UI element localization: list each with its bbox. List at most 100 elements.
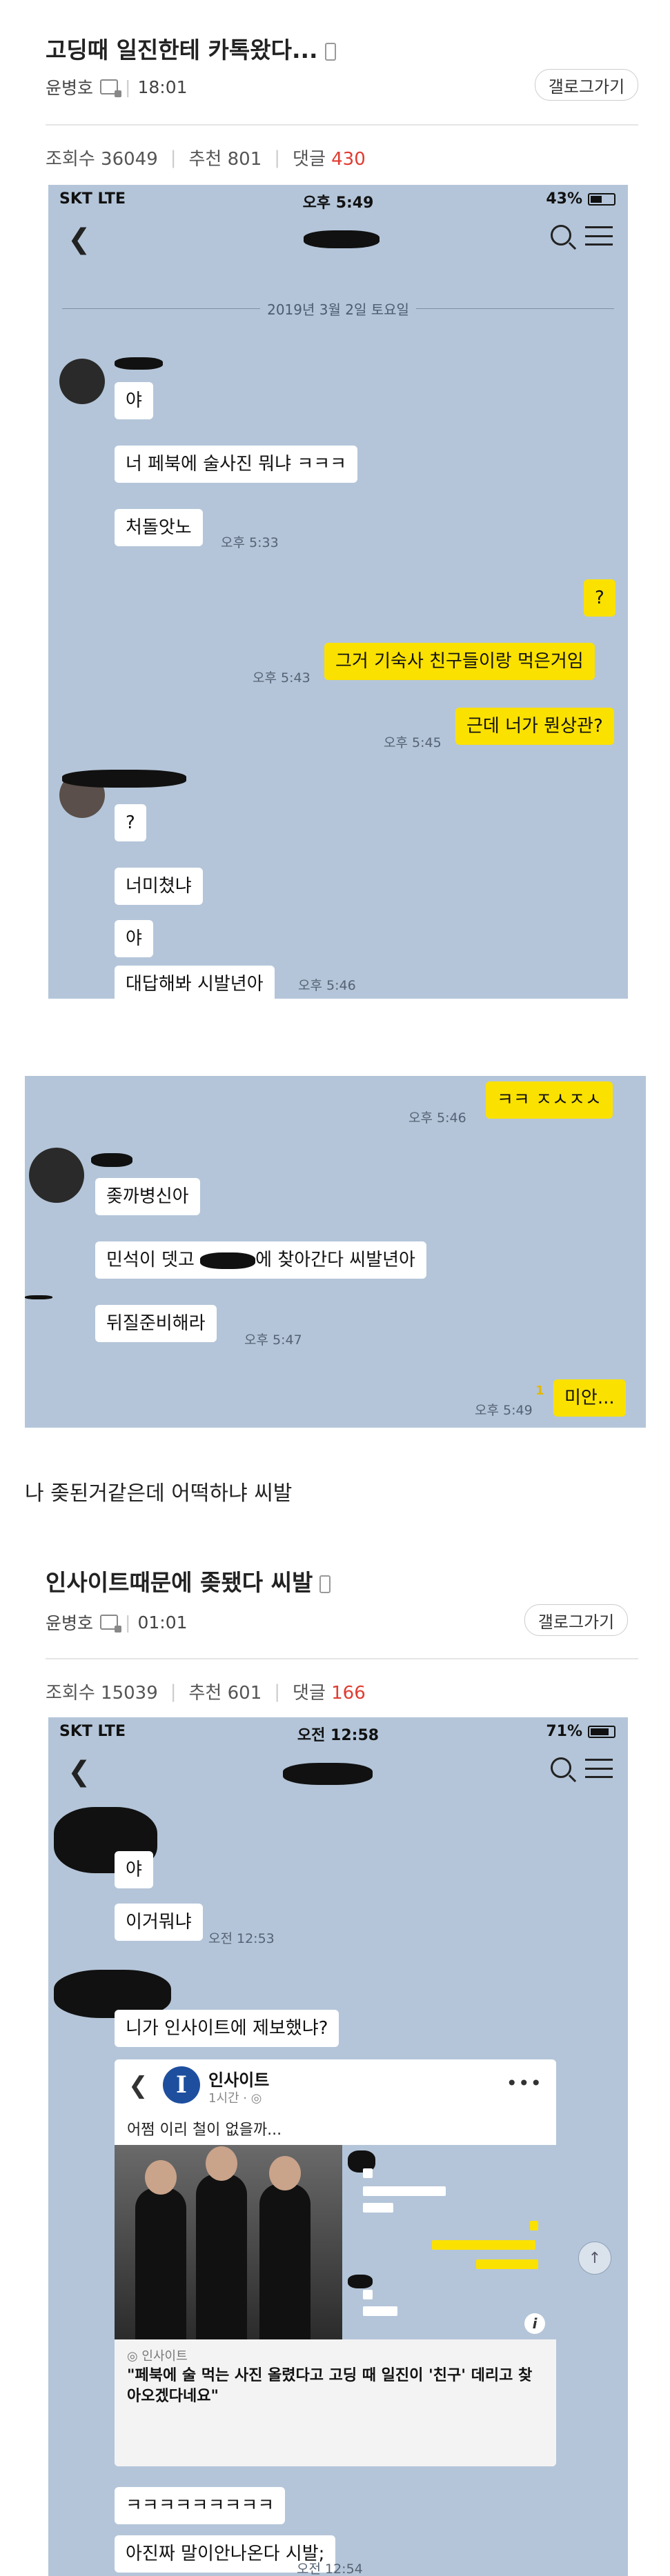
message-time: 오후 5:43 bbox=[253, 670, 311, 686]
redacted-name bbox=[91, 1153, 132, 1167]
comments-count[interactable]: 430 bbox=[331, 149, 366, 170]
redacted-mark bbox=[25, 1295, 52, 1299]
redacted-word bbox=[200, 1252, 256, 1269]
my-message-bubble[interactable]: 그거 기숙사 친구들이랑 먹은거임 bbox=[324, 643, 595, 680]
divider bbox=[46, 124, 638, 126]
globe-icon: ◎ bbox=[250, 2091, 262, 2106]
chat-screenshot-1: SKT LTE 오후 5:49 43% ❮ 2019년 3월 2일 토요일 야 … bbox=[48, 185, 628, 999]
date-divider-text: 2019년 3월 2일 토요일 bbox=[267, 301, 409, 318]
gallog-icon bbox=[100, 1615, 122, 1633]
post-meta: 윤병호 | 01:01 bbox=[46, 1610, 188, 1635]
message-time: 오후 5:47 bbox=[244, 1332, 302, 1348]
gallog-button[interactable]: 갤로그가기 bbox=[524, 1604, 628, 1636]
likes-count: 601 bbox=[227, 1683, 262, 1704]
message-bubble[interactable]: 야 bbox=[115, 1851, 153, 1888]
message-bubble[interactable]: 너미쳤냐 bbox=[115, 868, 203, 905]
date-divider: 2019년 3월 2일 토요일 bbox=[62, 298, 615, 319]
author-name[interactable]: 윤병호 bbox=[46, 1610, 93, 1635]
battery-status: 71% bbox=[546, 1723, 615, 1740]
post-stats: 조회수 15039 | 추천 601 | 댓글 166 bbox=[46, 1681, 366, 1704]
chat-nav-bar: ❮ bbox=[48, 1745, 628, 1793]
mobile-icon bbox=[319, 1575, 331, 1593]
menu-icon[interactable] bbox=[585, 226, 613, 246]
author-name[interactable]: 윤병호 bbox=[46, 74, 93, 99]
card-footer: ◎ 인사이트 "페북에 술 먹는 사진 올렸다고 고딩 때 일진이 '친구' 데… bbox=[115, 2339, 556, 2466]
views-label: 조회수 bbox=[46, 1683, 95, 1704]
message-bubble[interactable]: 민석이 뎃고 에 찾아간다 씨발년아 bbox=[95, 1241, 426, 1279]
likes-label: 추천 bbox=[188, 1683, 222, 1704]
my-message-bubble[interactable]: 근데 너가 뭔상관? bbox=[455, 708, 614, 745]
post-time: 1시간 · ◎ bbox=[208, 2088, 262, 2106]
avatar[interactable] bbox=[29, 1148, 84, 1203]
message-bubble[interactable]: ㅋㅋㅋㅋㅋㅋㅋㅋㅋ bbox=[115, 2487, 286, 2524]
redacted-name bbox=[115, 357, 163, 370]
chat-thumbnail bbox=[342, 2145, 556, 2339]
avatar[interactable] bbox=[59, 359, 105, 404]
shared-news-card[interactable]: ❮ I 인사이트 1시간 · ◎ ••• 어쩜 이리 철이 없을까... i ◎… bbox=[115, 2059, 556, 2466]
post-title-text: 인사이트때문에 좆됐다 씨발 bbox=[46, 1569, 313, 1596]
message-bubble[interactable]: 이거뭐냐 bbox=[115, 1904, 203, 1941]
message-bubble[interactable]: 니가 인사이트에 제보했냐? bbox=[115, 2010, 339, 2047]
likes-label: 추천 bbox=[188, 149, 222, 170]
meta-separator: | bbox=[125, 77, 131, 97]
divider bbox=[46, 1658, 638, 1659]
views-count: 36049 bbox=[101, 149, 158, 170]
comments-count[interactable]: 166 bbox=[331, 1683, 366, 1704]
news-photo: i bbox=[115, 2145, 556, 2339]
clock: 오전 12:58 bbox=[297, 1727, 380, 1744]
message-bubble[interactable]: 대답해봐 시발년아 bbox=[115, 966, 275, 999]
post-time: 01:01 bbox=[137, 1612, 188, 1633]
chat-screenshot-3: SKT LTE 오전 12:58 71% ❮ 야 이거뭐냐 오전 12:53 니… bbox=[48, 1717, 628, 2576]
message-bubble[interactable]: 처돌앗노 bbox=[115, 509, 203, 546]
search-icon[interactable] bbox=[551, 1757, 571, 1778]
battery-percent: 43% bbox=[546, 190, 582, 208]
post-title-text: 고딩때 일진한테 카톡왔다... bbox=[46, 37, 318, 63]
post-time-text: 1시간 · bbox=[208, 2091, 251, 2106]
more-icon: ••• bbox=[506, 2072, 542, 2095]
message-time: 오후 5:45 bbox=[384, 735, 442, 750]
caption-text: 나 좆된거같은데 어떡하냐 씨발 bbox=[25, 1481, 293, 1506]
post-meta: 윤병호 | 18:01 bbox=[46, 74, 188, 99]
redacted-name bbox=[304, 230, 380, 248]
my-message-bubble[interactable]: ? bbox=[584, 579, 615, 617]
info-icon: i bbox=[524, 2313, 545, 2334]
card-header: ❮ I 인사이트 1시간 · ◎ ••• bbox=[115, 2059, 556, 2110]
message-time: 오후 5:49 bbox=[475, 1403, 533, 1418]
page-name: 인사이트 bbox=[208, 2070, 270, 2090]
share-icon[interactable]: ↑ bbox=[578, 2241, 611, 2275]
battery-status: 43% bbox=[546, 190, 615, 208]
gallog-icon bbox=[100, 79, 122, 97]
search-icon[interactable] bbox=[551, 225, 571, 246]
message-bubble[interactable]: 좆까병신아 bbox=[95, 1178, 200, 1215]
unread-count: 1 bbox=[535, 1384, 544, 1398]
mobile-icon bbox=[324, 42, 336, 61]
back-icon: ❮ bbox=[128, 2072, 148, 2099]
message-bubble[interactable]: 뒤질준비해라 bbox=[95, 1305, 217, 1342]
message-bubble[interactable]: 야 bbox=[115, 382, 153, 419]
post-stats: 조회수 36049 | 추천 801 | 댓글 430 bbox=[46, 147, 366, 170]
likes-count: 801 bbox=[227, 149, 262, 170]
battery-icon bbox=[588, 1725, 615, 1738]
message-bubble[interactable]: ? bbox=[115, 804, 146, 841]
back-icon[interactable]: ❮ bbox=[68, 1756, 91, 1788]
chat-screenshot-2: 오후 5:46 ㅋㅋ ㅈㅅㅈㅅ 좆까병신아 민석이 뎃고 에 찾아간다 씨발년아… bbox=[25, 1076, 646, 1428]
chat-nav-bar: ❮ bbox=[48, 212, 628, 261]
message-bubble[interactable]: 너 페북에 술사진 뭐냐 ㅋㅋㅋ bbox=[115, 446, 358, 483]
redacted-name bbox=[62, 770, 186, 788]
my-message-bubble[interactable]: 미안... bbox=[553, 1379, 626, 1417]
message-bubble[interactable]: 야 bbox=[115, 920, 153, 957]
clock: 오후 5:49 bbox=[302, 194, 374, 212]
my-message-bubble[interactable]: ㅋㅋ ㅈㅅㅈㅅ bbox=[486, 1081, 613, 1119]
post-title: 인사이트때문에 좆됐다 씨발 bbox=[46, 1564, 331, 1597]
status-bar: SKT LTE 오후 5:49 43% bbox=[48, 185, 628, 212]
status-bar: SKT LTE 오전 12:58 71% bbox=[48, 1717, 628, 1745]
comments-label: 댓글 bbox=[293, 149, 326, 170]
menu-icon[interactable] bbox=[585, 1759, 613, 1778]
gallog-button[interactable]: 갤로그가기 bbox=[535, 69, 638, 101]
message-time: 오전 12:53 bbox=[208, 1931, 275, 1946]
comments-label: 댓글 bbox=[293, 1683, 326, 1704]
students-photo bbox=[115, 2145, 342, 2339]
post-title: 고딩때 일진한테 카톡왔다... bbox=[46, 32, 336, 65]
back-icon[interactable]: ❮ bbox=[68, 223, 91, 255]
redacted-name bbox=[283, 1763, 373, 1785]
